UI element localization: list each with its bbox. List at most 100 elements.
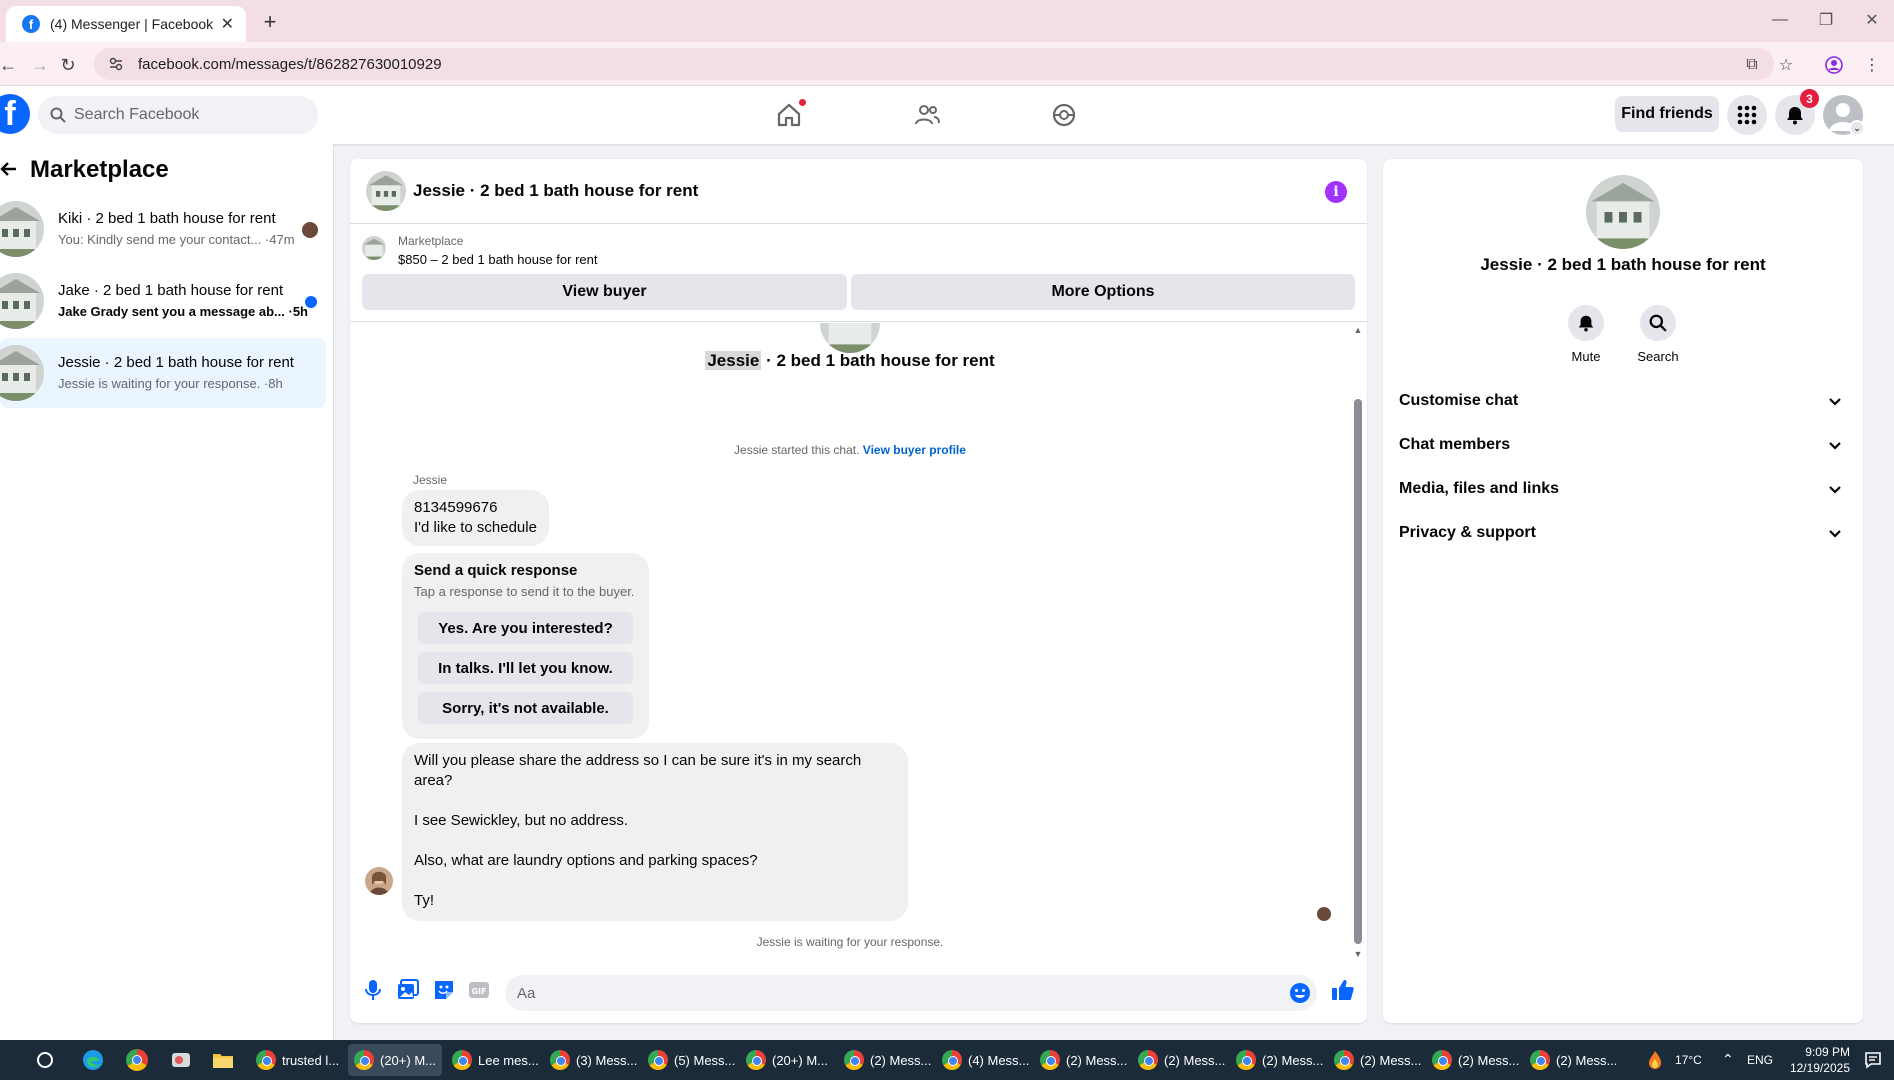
notification-center-icon[interactable]: [1858, 1046, 1888, 1074]
account-chevron-icon[interactable]: ⌄: [1849, 120, 1865, 136]
sticker-icon[interactable]: [431, 977, 457, 1003]
minimize-icon[interactable]: —: [1758, 6, 1802, 34]
taskbar-window[interactable]: (2) Mess...: [1328, 1044, 1422, 1076]
taskbar-window[interactable]: (5) Mess...: [642, 1044, 736, 1076]
taskbar-window[interactable]: (20+) M...: [740, 1044, 834, 1076]
message-bubble[interactable]: Will you please share the address so I c…: [402, 743, 908, 921]
scroll-up-arrow-icon[interactable]: ▲: [1353, 325, 1363, 335]
conversation-snippet: Jake Grady sent you a message ab... ·5h: [58, 304, 309, 319]
gif-icon[interactable]: GIF: [466, 977, 492, 1003]
info-icon[interactable]: i: [1325, 181, 1347, 203]
facebook-logo-icon[interactable]: f: [0, 94, 30, 134]
taskbar-window[interactable]: (2) Mess...: [1034, 1044, 1128, 1076]
sender-avatar[interactable]: [365, 867, 393, 895]
find-friends-button[interactable]: Find friends: [1615, 96, 1719, 132]
taskbar-window[interactable]: (2) Mess...: [1426, 1044, 1520, 1076]
media-files-links-section[interactable]: Media, files and links: [1383, 467, 1863, 511]
back-arrow-icon[interactable]: [0, 160, 18, 178]
quick-response-option[interactable]: In talks. I'll let you know.: [418, 652, 633, 684]
message-line: Ty!: [414, 892, 435, 909]
app-icon[interactable]: [166, 1046, 196, 1074]
more-options-button[interactable]: More Options: [851, 274, 1355, 310]
photo-icon[interactable]: [395, 977, 421, 1003]
taskbar-window[interactable]: (2) Mess...: [1132, 1044, 1226, 1076]
gaming-icon[interactable]: [1044, 95, 1084, 135]
clock-date[interactable]: 12/19/2025: [1780, 1061, 1850, 1075]
message-input-wrapper[interactable]: [505, 975, 1317, 1011]
section-label: Privacy & support: [1399, 524, 1536, 541]
bookmark-star-icon[interactable]: ☆: [1772, 51, 1800, 79]
chevron-down-icon: [1827, 437, 1843, 453]
site-settings-icon[interactable]: [108, 56, 124, 72]
close-window-icon[interactable]: ✕: [1850, 6, 1894, 34]
taskbar-window[interactable]: trusted l...: [250, 1044, 344, 1076]
taskbar-window-label: (5) Mess...: [674, 1052, 736, 1068]
conversation-name: Jake · 2 bed 1 bath house for rent: [58, 282, 284, 299]
scrollbar-thumb[interactable]: [1354, 399, 1362, 944]
show-hidden-icons-icon[interactable]: ⌃: [1722, 1051, 1734, 1068]
edge-icon[interactable]: [78, 1046, 108, 1074]
read-receipt-avatar: [1317, 907, 1331, 921]
reload-icon[interactable]: ↻: [54, 51, 82, 79]
taskbar-window[interactable]: (4) Mess...: [936, 1044, 1030, 1076]
chat-thumbnail[interactable]: [366, 171, 406, 211]
customise-chat-section[interactable]: Customise chat: [1383, 379, 1863, 423]
message-list[interactable]: Jessie · 2 bed 1 bath house for rent Jes…: [350, 323, 1367, 955]
conversation-item-jessie[interactable]: Jessie · 2 bed 1 bath house for rent Jes…: [0, 338, 326, 408]
clock-time[interactable]: 9:09 PM: [1790, 1045, 1850, 1059]
view-buyer-button[interactable]: View buyer: [362, 274, 847, 310]
new-tab-icon[interactable]: +: [256, 8, 284, 36]
sender-name: Jessie: [413, 473, 448, 487]
taskbar-window[interactable]: (2) Mess...: [838, 1044, 932, 1076]
close-tab-icon[interactable]: ✕: [221, 14, 234, 34]
search-in-chat-button[interactable]: Search: [1628, 305, 1688, 364]
taskbar-window[interactable]: (20+) M...: [348, 1044, 442, 1076]
search-circle-icon[interactable]: [30, 1046, 60, 1074]
url-text: facebook.com/messages/t/862827630010929: [138, 55, 442, 73]
tab-title: (4) Messenger | Facebook: [50, 16, 214, 32]
message-bubble[interactable]: 8134599676 I'd like to schedule: [402, 490, 549, 546]
quick-response-option[interactable]: Sorry, it's not available.: [418, 692, 633, 724]
chat-title[interactable]: Jessie · 2 bed 1 bath house for rent: [413, 181, 698, 201]
taskbar-window[interactable]: Lee mes...: [446, 1044, 540, 1076]
taskbar-window[interactable]: (3) Mess...: [544, 1044, 638, 1076]
language-indicator[interactable]: ENG: [1747, 1053, 1773, 1067]
install-app-icon[interactable]: ⧉: [1738, 51, 1766, 79]
menu-grid-icon[interactable]: [1727, 95, 1767, 135]
view-buyer-profile-link[interactable]: View buyer profile: [863, 443, 966, 457]
chat-header: Jessie · 2 bed 1 bath house for rent i: [350, 159, 1367, 224]
marketplace-label: Marketplace: [398, 234, 464, 248]
microphone-icon[interactable]: [360, 977, 386, 1003]
conversation-item-jake[interactable]: Jake · 2 bed 1 bath house for rent Jake …: [0, 266, 326, 336]
taskbar-window[interactable]: (2) Mess...: [1524, 1044, 1616, 1076]
file-explorer-icon[interactable]: [208, 1046, 238, 1074]
taskbar-window[interactable]: (2) Mess...: [1230, 1044, 1324, 1076]
privacy-support-section[interactable]: Privacy & support: [1383, 511, 1863, 555]
listing-price[interactable]: $850 – 2 bed 1 bath house for rent: [398, 252, 598, 267]
browser-menu-icon[interactable]: ⋮: [1858, 51, 1886, 79]
scroll-down-arrow-icon[interactable]: ▼: [1353, 949, 1363, 959]
emoji-icon[interactable]: [1289, 982, 1311, 1004]
weather-icon[interactable]: [1640, 1046, 1670, 1074]
chat-members-section[interactable]: Chat members: [1383, 423, 1863, 467]
browser-tab[interactable]: f (4) Messenger | Facebook ✕: [6, 6, 246, 42]
quick-response-subtitle: Tap a response to send it to the buyer.: [414, 584, 635, 599]
message-line: 8134599676: [414, 499, 498, 516]
chrome-icon[interactable]: [122, 1046, 152, 1074]
like-thumbs-up-icon[interactable]: [1330, 977, 1356, 1003]
mute-button[interactable]: Mute: [1556, 305, 1616, 364]
back-icon[interactable]: ←: [0, 51, 22, 79]
profile-icon[interactable]: [1820, 51, 1848, 79]
forward-icon[interactable]: →: [26, 51, 54, 79]
friends-icon[interactable]: [907, 95, 947, 135]
search-input[interactable]: [74, 106, 294, 124]
quick-response-option[interactable]: Yes. Are you interested?: [418, 612, 633, 644]
restore-icon[interactable]: ❐: [1804, 6, 1848, 34]
home-icon[interactable]: [769, 95, 809, 135]
facebook-search[interactable]: [38, 96, 318, 134]
url-field[interactable]: facebook.com/messages/t/862827630010929: [94, 48, 1774, 80]
conversation-item-kiki[interactable]: Kiki · 2 bed 1 bath house for rent You: …: [0, 194, 326, 264]
chrome-icon: [1432, 1050, 1452, 1070]
message-input[interactable]: [517, 984, 1277, 1002]
conversation-name: Kiki · 2 bed 1 bath house for rent: [58, 210, 276, 227]
